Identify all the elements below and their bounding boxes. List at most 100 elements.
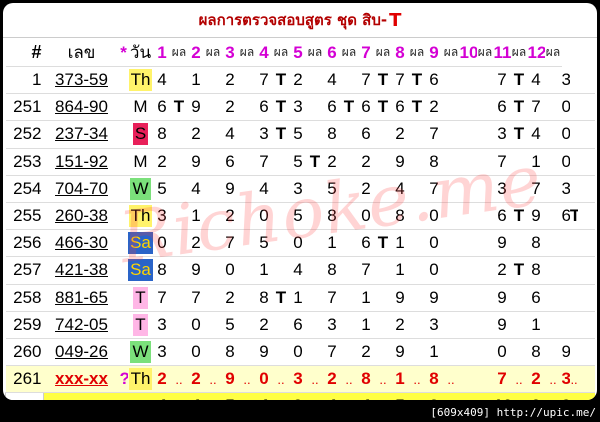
row-number-link[interactable]: 421-38: [55, 260, 108, 279]
row-day-cell: T: [127, 284, 154, 312]
row-number-link[interactable]: 373-59: [55, 70, 108, 89]
prediction-number[interactable]: xxx-xx: [43, 365, 120, 394]
match-mark: [586, 338, 595, 367]
row-number[interactable]: 237-34: [43, 120, 120, 149]
row-number-link[interactable]: 237-34: [55, 124, 108, 143]
row-star: [119, 284, 128, 312]
row-day-cell: M: [127, 148, 154, 176]
results-table: #เลข*วัน1ผล2ผล3ผล4ผล5ผล6ผล7ผล8ผล9ผล10ผล1…: [5, 39, 595, 400]
match-mark: [170, 120, 188, 149]
digit-cell: 0: [561, 148, 570, 176]
digit-cell: 0: [289, 229, 307, 258]
row-number[interactable]: 466-30: [43, 229, 120, 258]
match-mark: [204, 338, 222, 367]
match-mark: [272, 175, 290, 203]
digit-cell: 3: [255, 120, 273, 149]
match-mark: T: [510, 93, 528, 122]
prediction-index: 261: [5, 365, 44, 394]
match-mark: [442, 93, 460, 122]
match-mark: [306, 120, 324, 149]
digit-cell: 7: [357, 66, 375, 95]
row-number-link[interactable]: 260-38: [55, 206, 108, 225]
table-row: 252237-34S8243T586273T40: [5, 120, 595, 149]
row-number[interactable]: 049-26: [43, 338, 120, 367]
digit-cell: [459, 338, 477, 367]
prediction-number-link[interactable]: xxx-xx: [55, 369, 108, 388]
match-mark: [340, 175, 358, 203]
row-number[interactable]: 742-05: [43, 311, 120, 339]
match-mark: [238, 202, 256, 231]
prediction-dots: [476, 365, 494, 394]
row-number-link[interactable]: 151-92: [55, 152, 108, 171]
digit-cell: 7: [153, 284, 171, 312]
digit-cell: 0: [221, 256, 239, 285]
total-spacer: [476, 392, 494, 400]
table-row: 258 881-65 T 7 7 2 8 T 1 7 1 9 9 9 6: [5, 284, 595, 312]
prediction-dots: ..: [204, 365, 222, 394]
match-mark: [374, 311, 392, 339]
digit-cell: 5: [289, 120, 307, 149]
match-mark: [238, 120, 256, 149]
digit-cell: 1: [323, 229, 341, 258]
row-number[interactable]: 260-38: [43, 202, 120, 231]
header-result-label: ผล: [408, 39, 426, 67]
totals-row: ...ถูก4454944521009: [5, 392, 595, 400]
digit-cell: 3: [493, 120, 511, 149]
total-count: 4: [255, 392, 273, 400]
match-mark: [476, 256, 494, 285]
match-mark: [374, 284, 392, 312]
match-mark: [476, 229, 494, 258]
row-number-link[interactable]: 864-90: [55, 97, 108, 116]
match-mark: [442, 66, 460, 95]
row-number[interactable]: 421-38: [43, 256, 120, 285]
match-mark: [306, 256, 324, 285]
match-mark: [544, 284, 562, 312]
digit-cell: 9: [187, 93, 205, 122]
digit-cell: 9: [391, 284, 409, 312]
row-number-link[interactable]: 466-30: [55, 233, 108, 252]
row-number-link[interactable]: 704-70: [55, 179, 108, 198]
digit-cell: 6: [561, 202, 570, 231]
digit-cell: 8: [425, 148, 443, 176]
row-number[interactable]: 704-70: [43, 175, 120, 203]
row-day-cell: T: [127, 311, 154, 339]
prediction-digit: 9: [221, 365, 239, 394]
match-mark: [272, 229, 290, 258]
digit-cell: 1: [391, 229, 409, 258]
row-index: 259: [5, 311, 44, 339]
match-mark: [238, 338, 256, 367]
match-mark: T: [510, 66, 528, 95]
digit-cell: 8: [323, 202, 341, 231]
match-mark: [340, 284, 358, 312]
header-digit-8: 8: [391, 39, 409, 67]
row-number-link[interactable]: 742-05: [55, 315, 108, 334]
row-number[interactable]: 151-92: [43, 148, 120, 176]
row-number-link[interactable]: 881-65: [55, 288, 108, 307]
match-mark: [586, 229, 595, 258]
digit-cell: 9: [425, 284, 443, 312]
day-badge: T: [133, 313, 148, 336]
header-result-label: ผล: [306, 39, 324, 67]
day-badge: M: [131, 150, 150, 173]
row-number[interactable]: 864-90: [43, 93, 120, 122]
match-mark: [408, 175, 426, 203]
header-result-label: ผล: [544, 39, 562, 67]
total-count: 9: [289, 392, 307, 400]
prediction-digit: 8: [357, 365, 375, 394]
row-number[interactable]: 373-59: [43, 66, 120, 95]
digit-cell: 6: [425, 66, 443, 95]
row-number[interactable]: 881-65: [43, 284, 120, 312]
match-mark: [476, 120, 494, 149]
table-header: #เลข*วัน1ผล2ผล3ผล4ผล5ผล6ผล7ผล8ผล9ผล10ผล1…: [5, 39, 596, 67]
row-number-link[interactable]: 049-26: [55, 342, 108, 361]
match-mark: [408, 284, 426, 312]
row-day-cell: W: [127, 175, 154, 203]
match-mark: [204, 202, 222, 231]
match-mark: [306, 284, 324, 312]
digit-cell: 0: [493, 338, 511, 367]
digit-cell: 1: [289, 284, 307, 312]
match-mark: T: [408, 66, 426, 95]
match-mark: [340, 229, 358, 258]
match-mark: [306, 93, 324, 122]
digit-cell: [459, 284, 477, 312]
